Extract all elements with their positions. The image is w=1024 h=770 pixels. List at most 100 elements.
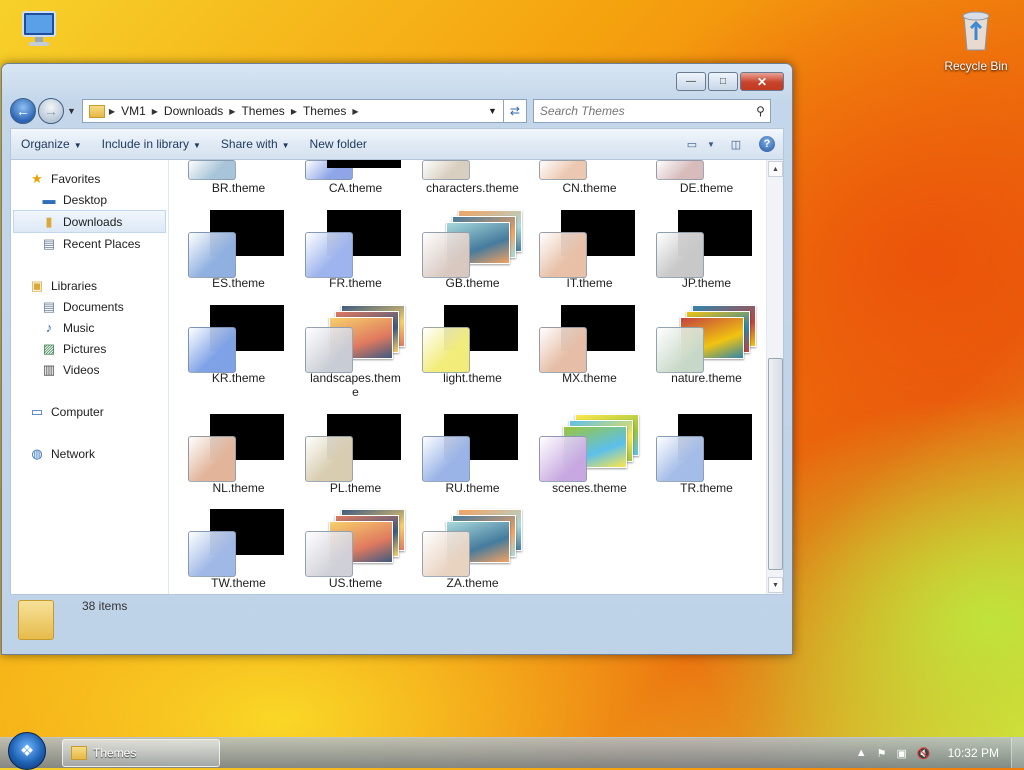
clock[interactable]: 10:32 PM [948,746,999,760]
organize-label: Organize [21,137,70,151]
theme-glass-color-swatch [539,436,587,482]
taskbar-item-label: Themes [93,746,137,760]
address-history-dropdown[interactable]: ▼ [482,106,503,116]
action-center-flag-icon[interactable]: ⚑ [877,747,887,760]
breadcrumb-themes-current[interactable]: Themes [297,104,352,118]
file-name-label: DE.theme [679,181,734,195]
theme-glass-color-swatch [188,327,236,373]
new-folder-label: New folder [309,137,367,151]
nav-favorites[interactable]: ★ Favorites [11,168,168,189]
theme-thumbnail-icon [656,206,756,278]
address-bar[interactable]: ▶ VM1 ▶ Downloads ▶ Themes ▶ Themes ▶ ▼ [81,99,504,123]
breadcrumb-vm1[interactable]: VM1 [115,104,152,118]
details-pane: 38 items [10,594,784,646]
nav-network[interactable]: ◍ Network [11,443,168,464]
start-button[interactable]: ❖ [8,732,46,770]
nav-music[interactable]: ♪ Music [11,317,168,338]
close-button[interactable]: ✕ [740,72,784,91]
maximize-button[interactable]: □ [708,72,738,91]
chevron-right-icon[interactable]: ▶ [352,107,358,116]
nav-libraries-label: Libraries [51,278,98,293]
include-in-library-button[interactable]: Include in library ▼ [92,137,211,151]
file-item[interactable]: TW.theme [180,160,297,590]
theme-glass-color-swatch [188,232,236,278]
chevron-down-icon: ▼ [281,141,290,150]
file-name-label: ES.theme [212,276,265,290]
minimize-button[interactable]: — [676,72,706,91]
taskbar-item-themes[interactable]: Themes [62,739,220,767]
theme-thumbnail-icon [305,505,405,577]
file-name-label: scenes.theme [552,481,627,495]
nav-pictures[interactable]: ▨ Pictures [11,338,168,359]
show-desktop-button[interactable] [1011,738,1024,768]
nav-computer[interactable]: ▭ Computer [11,401,168,422]
scrollbar-thumb[interactable] [768,358,783,570]
file-name-label: TR.theme [680,481,733,495]
theme-glass-color-swatch [539,327,587,373]
theme-glass-color-swatch [305,531,353,577]
nav-desktop-label: Desktop [63,192,108,207]
file-item[interactable]: scenes.theme [531,160,648,495]
file-name-label: TW.theme [211,576,266,590]
organize-button[interactable]: Organize ▼ [11,137,92,151]
nav-libraries[interactable]: ▣ Libraries [11,275,168,296]
recent-pages-dropdown[interactable]: ▼ [67,106,76,116]
theme-thumbnail-icon [422,206,522,278]
navigation-row: ← → ▼ ▶ VM1 ▶ Downloads ▶ Themes ▶ Theme… [10,97,784,125]
music-icon: ♪ [45,320,53,335]
nav-recent-places[interactable]: ▤ Recent Places [11,233,168,254]
search-icon[interactable]: ⚲ [756,104,765,118]
nav-documents[interactable]: ▤ Documents [11,296,168,317]
computer-icon [22,11,56,46]
back-button[interactable]: ← [10,98,36,124]
help-button[interactable]: ? [759,136,775,152]
theme-glass-color-swatch [422,436,470,482]
theme-thumbnail-icon [539,410,639,482]
preview-pane-button[interactable]: ◫ [727,136,745,152]
file-name-label: CA.theme [328,181,383,195]
theme-thumbnail-icon [422,160,522,180]
file-name-label: characters.theme [426,181,519,195]
display-icon[interactable]: ▣ [897,747,907,760]
vertical-scrollbar[interactable]: ▲ ▼ [766,160,783,594]
help-icon: ? [763,138,771,150]
command-bar: Organize ▼ Include in library ▼ Share with… [10,128,784,160]
file-name-label: PL.theme [329,481,382,495]
volume-muted-icon[interactable]: 🔇 [917,747,931,760]
nav-videos[interactable]: ▥ Videos [11,359,168,380]
preview-pane-icon: ◫ [730,138,742,151]
folder-icon [71,746,87,760]
nav-videos-label: Videos [63,362,100,377]
theme-thumbnail-icon [656,160,756,180]
nav-music-label: Music [63,320,95,335]
file-item[interactable]: ZA.theme [414,160,531,590]
share-with-button[interactable]: Share with ▼ [211,137,300,151]
show-hidden-icons-button[interactable]: ▲ [856,747,867,759]
scroll-down-button[interactable]: ▼ [768,577,783,593]
scroll-up-button[interactable]: ▲ [768,161,783,177]
theme-glass-color-swatch [656,436,704,482]
forward-button[interactable]: → [38,98,64,124]
minimize-icon: — [686,76,696,87]
new-folder-button[interactable]: New folder [300,137,377,151]
recycle-bin-desktop-icon[interactable]: Recycle Bin [940,6,1012,73]
change-view-button[interactable]: ▭ [683,136,701,152]
file-item[interactable]: US.theme [297,160,414,590]
recent-places-icon: ▤ [42,235,56,251]
breadcrumb-themes[interactable]: Themes [235,104,290,118]
chevron-down-icon: ▼ [707,139,715,149]
refresh-button[interactable]: ⇄ [503,99,527,123]
theme-glass-color-swatch [305,436,353,482]
include-in-library-label: Include in library [101,137,189,151]
toolbar-right: ▭ ▼ ◫ ? [677,136,783,152]
nav-downloads[interactable]: ▮ Downloads [13,210,166,233]
theme-thumbnail-icon [656,301,756,373]
breadcrumb-downloads[interactable]: Downloads [158,104,229,118]
view-options-dropdown[interactable]: ▼ [707,136,715,152]
nav-desktop[interactable]: ▬ Desktop [11,189,168,210]
computer-desktop-icon[interactable] [14,8,64,55]
search-input[interactable] [533,103,742,119]
file-list: BR.theme CA.theme characters.theme CN.theme… [169,160,766,594]
file-item[interactable]: TR.theme [648,160,765,495]
